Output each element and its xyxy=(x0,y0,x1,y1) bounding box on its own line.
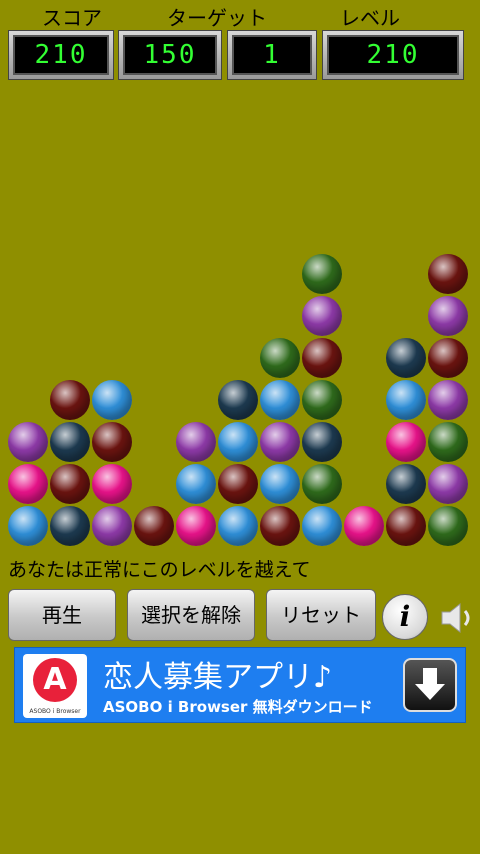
ball-blue[interactable] xyxy=(176,464,216,504)
info-icon[interactable]: i xyxy=(382,594,428,640)
ball-navy[interactable] xyxy=(50,506,90,546)
ball-blue[interactable] xyxy=(8,506,48,546)
ball-maroon[interactable] xyxy=(92,422,132,462)
ad-banner[interactable]: A ASOBO i Browser 恋人募集アプリ♪ ASOBO i Brows… xyxy=(14,647,466,723)
ball-blue[interactable] xyxy=(302,506,342,546)
game-board[interactable] xyxy=(0,250,480,550)
ball-purple[interactable] xyxy=(428,464,468,504)
ball-green[interactable] xyxy=(302,464,342,504)
ball-pink[interactable] xyxy=(386,422,426,462)
ball-blue[interactable] xyxy=(386,380,426,420)
ball-green[interactable] xyxy=(302,380,342,420)
ball-maroon[interactable] xyxy=(428,254,468,294)
reset-button[interactable]: リセット xyxy=(266,589,376,641)
target-label: ターゲット xyxy=(167,6,267,30)
ball-maroon[interactable] xyxy=(302,338,342,378)
score-display: 210 xyxy=(8,30,114,80)
level-label: レベル xyxy=(340,6,400,30)
score-label: スコア xyxy=(42,6,102,30)
ball-maroon[interactable] xyxy=(134,506,174,546)
speaker-icon[interactable] xyxy=(438,598,478,638)
level-score-value: 210 xyxy=(327,35,459,75)
ad-title: 恋人募集アプリ♪ xyxy=(103,660,333,695)
ad-logo-letter: A xyxy=(33,658,77,702)
ball-green[interactable] xyxy=(428,506,468,546)
ball-purple[interactable] xyxy=(428,296,468,336)
target-display: 150 xyxy=(118,30,222,80)
ball-purple[interactable] xyxy=(302,296,342,336)
target-value: 150 xyxy=(123,35,217,75)
deselect-button[interactable]: 選択を解除 xyxy=(127,589,255,641)
ball-purple[interactable] xyxy=(428,380,468,420)
ball-pink[interactable] xyxy=(344,506,384,546)
level-value: 1 xyxy=(232,35,312,75)
ad-subtitle: ASOBO i Browser 無料ダウンロード xyxy=(103,698,373,716)
play-button[interactable]: 再生 xyxy=(8,589,116,641)
ball-navy[interactable] xyxy=(302,422,342,462)
ball-pink[interactable] xyxy=(8,464,48,504)
ball-navy[interactable] xyxy=(218,380,258,420)
level-display: 1 xyxy=(227,30,317,80)
ball-blue[interactable] xyxy=(260,464,300,504)
ball-maroon[interactable] xyxy=(50,380,90,420)
ball-blue[interactable] xyxy=(218,422,258,462)
header-labels: スコア ターゲット レベル xyxy=(0,0,480,30)
score-value: 210 xyxy=(13,35,109,75)
ball-maroon[interactable] xyxy=(50,464,90,504)
ball-maroon[interactable] xyxy=(428,338,468,378)
ball-maroon[interactable] xyxy=(386,506,426,546)
ball-pink[interactable] xyxy=(92,464,132,504)
ball-green[interactable] xyxy=(428,422,468,462)
ball-purple[interactable] xyxy=(8,422,48,462)
status-message: あなたは正常にこのレベルを越えて xyxy=(8,559,311,581)
ball-purple[interactable] xyxy=(176,422,216,462)
ball-pink[interactable] xyxy=(176,506,216,546)
ball-blue[interactable] xyxy=(218,506,258,546)
ball-green[interactable] xyxy=(260,338,300,378)
ball-maroon[interactable] xyxy=(218,464,258,504)
ball-blue[interactable] xyxy=(92,380,132,420)
ball-blue[interactable] xyxy=(260,380,300,420)
score-panel: 210 150 1 210 xyxy=(6,30,474,82)
ad-logo-caption: ASOBO i Browser xyxy=(29,708,81,715)
download-icon[interactable] xyxy=(403,658,457,712)
ball-purple[interactable] xyxy=(260,422,300,462)
ball-maroon[interactable] xyxy=(260,506,300,546)
ball-green[interactable] xyxy=(302,254,342,294)
level-score-display: 210 xyxy=(322,30,464,80)
ball-purple[interactable] xyxy=(92,506,132,546)
ball-navy[interactable] xyxy=(386,338,426,378)
ball-navy[interactable] xyxy=(386,464,426,504)
ad-logo: A ASOBO i Browser xyxy=(23,654,87,718)
ball-navy[interactable] xyxy=(50,422,90,462)
